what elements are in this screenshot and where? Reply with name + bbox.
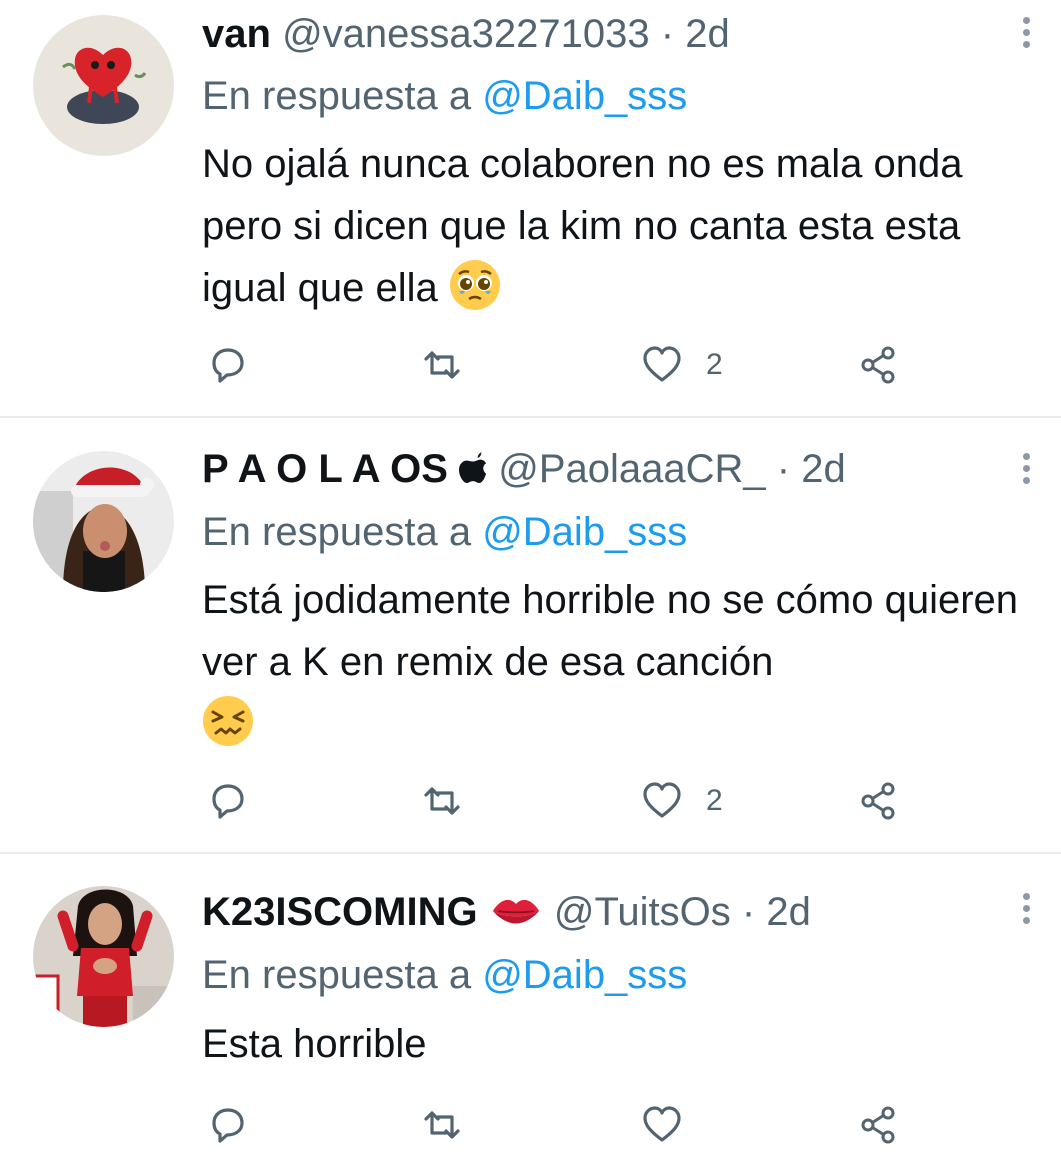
reply-button[interactable] (206, 1100, 250, 1150)
like-count: 2 (706, 784, 723, 817)
reply-icon (212, 348, 244, 383)
like-button[interactable]: 2 (640, 776, 723, 826)
kiss-mark-icon (492, 899, 539, 924)
share-button[interactable] (858, 340, 902, 390)
more-options-icon[interactable] (1016, 890, 1036, 930)
reply-context: En respuesta a @Daib_sss (202, 951, 687, 999)
tweet[interactable]: van @vanessa32271033 · 2d En respuesta a… (0, 0, 1061, 416)
tweet-text-content: No ojalá nunca colaboren no es mala onda… (202, 142, 963, 310)
like-button[interactable]: 2 (640, 340, 723, 390)
avatar[interactable] (33, 886, 174, 1027)
reply-icon (212, 1108, 244, 1143)
reply-button[interactable] (206, 776, 250, 826)
heart-icon (643, 782, 681, 818)
retweet-icon (424, 787, 460, 815)
separator-dot: · (660, 12, 675, 56)
like-button[interactable] (640, 1100, 706, 1150)
retweet-button[interactable] (420, 776, 464, 826)
reply-prefix: En respuesta a (202, 510, 472, 554)
action-bar: 2 (0, 776, 1061, 826)
tweet-text-content: Está jodidamente horrible no se cómo qui… (202, 578, 1019, 684)
display-name[interactable]: K23ISCOMING (202, 890, 478, 934)
tweet-text-content: Esta horrible (202, 1022, 427, 1066)
action-bar (0, 1100, 1061, 1150)
user-handle[interactable]: @PaolaaaCR_ (498, 447, 765, 491)
reply-button[interactable] (206, 340, 250, 390)
reply-context: En respuesta a @Daib_sss (202, 72, 687, 120)
share-button[interactable] (858, 776, 902, 826)
avatar[interactable] (33, 451, 174, 592)
retweet-icon (424, 1111, 460, 1139)
tweet-header: van @vanessa32271033 · 2d (202, 10, 730, 58)
mention-link[interactable]: @Daib_sss (482, 74, 687, 118)
tweet-header: K23ISCOMING @TuitsOs · 2d (202, 888, 811, 936)
girl-santa-hat-avatar-image (33, 451, 174, 592)
timestamp[interactable]: 2d (801, 447, 846, 491)
share-icon (861, 346, 895, 384)
avatar[interactable] (33, 15, 174, 156)
timestamp[interactable]: 2d (685, 12, 730, 56)
tweet-text: No ojalá nunca colaboren no es mala onda… (202, 133, 1042, 319)
retweet-icon (424, 351, 460, 379)
pleading-face-emoji (449, 260, 500, 310)
display-name[interactable]: P A O L A OS (202, 447, 448, 491)
retweet-button[interactable] (420, 340, 464, 390)
tweet[interactable]: P A O L A OS @PaolaaaCR_ · 2d En respues… (0, 418, 1061, 852)
woman-red-outfit-avatar-image (33, 886, 174, 1027)
action-bar: 2 (0, 340, 1061, 390)
timestamp[interactable]: 2d (766, 890, 811, 934)
user-handle[interactable]: @TuitsOs (554, 890, 731, 934)
mention-link[interactable]: @Daib_sss (482, 953, 687, 997)
reply-prefix: En respuesta a (202, 74, 472, 118)
separator-dot: · (741, 890, 756, 934)
more-options-icon[interactable] (1016, 450, 1036, 490)
heart-character-avatar-image (33, 15, 174, 156)
share-button[interactable] (858, 1100, 902, 1150)
reply-context: En respuesta a @Daib_sss (202, 508, 687, 556)
tweet[interactable]: K23ISCOMING @TuitsOs · 2d En respuesta a… (0, 854, 1061, 1153)
tweet-text: Está jodidamente horrible no se cómo qui… (202, 569, 1042, 755)
more-options-icon[interactable] (1016, 14, 1036, 54)
retweet-button[interactable] (420, 1100, 464, 1150)
apple-icon (459, 452, 487, 483)
share-icon (861, 1106, 895, 1144)
reply-icon (212, 784, 244, 819)
user-handle[interactable]: @vanessa32271033 (282, 12, 650, 56)
tweet-text: Esta horrible (202, 1013, 1042, 1075)
heart-icon (643, 346, 681, 382)
heart-icon (643, 1106, 681, 1142)
confounded-face-emoji (203, 696, 253, 746)
reply-prefix: En respuesta a (202, 953, 472, 997)
share-icon (861, 782, 895, 820)
display-name[interactable]: van (202, 12, 271, 56)
separator-dot: · (776, 447, 791, 491)
tweet-header: P A O L A OS @PaolaaaCR_ · 2d (202, 445, 846, 493)
mention-link[interactable]: @Daib_sss (482, 510, 687, 554)
like-count: 2 (706, 348, 723, 381)
